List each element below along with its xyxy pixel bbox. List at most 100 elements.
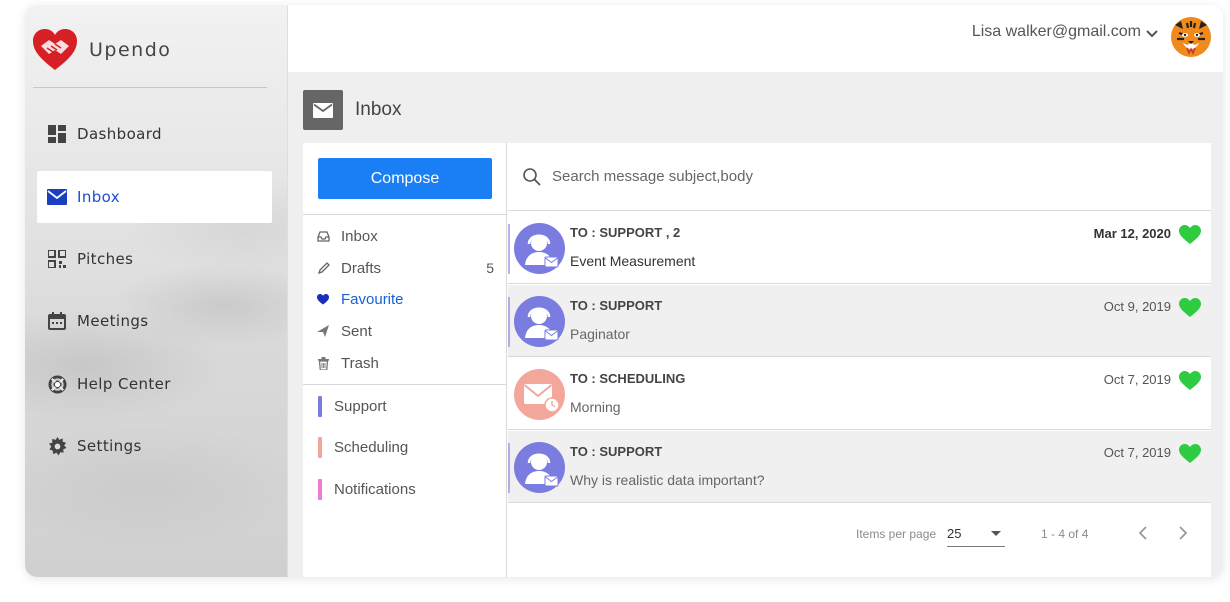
label-name: Notifications: [334, 480, 416, 498]
folder-label: Sent: [341, 322, 372, 340]
label-color-bar: [318, 436, 322, 458]
sidebar-item-label: Inbox: [77, 188, 121, 206]
label-name: Support: [334, 397, 387, 415]
pencil-icon: [316, 261, 330, 275]
message-row[interactable]: TO : SUPPORT Why is realistic data impor…: [508, 431, 1211, 503]
sidebar-item-label: Settings: [77, 437, 142, 455]
message-row[interactable]: TO : SCHEDULING Morning Oct 7, 2019: [508, 358, 1211, 430]
mail-icon: [303, 90, 343, 130]
message-date: Oct 7, 2019: [1103, 372, 1171, 387]
message-subject: Event Measurement: [570, 253, 696, 269]
folder-drafts[interactable]: Drafts 5: [316, 257, 494, 279]
inbox-tray-icon: [316, 229, 330, 243]
support-agent-avatar: [514, 223, 565, 274]
message-recipients: TO : SUPPORT: [570, 298, 663, 313]
sidebar-item-label: Pitches: [77, 250, 134, 268]
caret-down-icon: [991, 531, 1001, 536]
message-list-pane: TO : SUPPORT , 2 Event Measurement Mar 1…: [508, 143, 1211, 577]
label-color-bar: [318, 395, 322, 417]
drafts-count: 5: [486, 260, 494, 276]
items-per-page-label: Items per page: [856, 527, 937, 541]
main-content: Inbox Compose Inbox Drafts 5 Favourite S…: [288, 72, 1223, 577]
scheduled-mail-avatar: [514, 369, 565, 420]
avatar[interactable]: [1169, 15, 1213, 59]
lifebuoy-icon: [47, 374, 67, 394]
divider: [303, 214, 507, 215]
next-page-icon[interactable]: [1173, 523, 1193, 543]
sidebar-item-dashboard[interactable]: Dashboard: [37, 108, 272, 160]
page-range-label: 1 - 4 of 4: [1041, 527, 1089, 541]
heart-handshake-logo: [33, 29, 77, 70]
qr-code-icon: [47, 249, 67, 269]
sidebar-item-pitches[interactable]: Pitches: [37, 233, 272, 285]
search-icon: [523, 167, 541, 186]
sidebar-item-inbox[interactable]: Inbox: [37, 171, 272, 223]
folder-sent[interactable]: Sent: [316, 320, 494, 342]
message-recipients: TO : SUPPORT: [570, 444, 663, 459]
label-scheduling[interactable]: Scheduling: [318, 435, 408, 459]
message-subject: Paginator: [570, 326, 630, 342]
message-date: Oct 9, 2019: [1103, 299, 1171, 314]
message-row[interactable]: TO : SUPPORT , 2 Event Measurement Mar 1…: [508, 212, 1211, 284]
folder-inbox[interactable]: Inbox: [316, 225, 494, 247]
message-date: Mar 12, 2020: [1093, 226, 1171, 241]
folder-label: Favourite: [341, 290, 404, 308]
message-row[interactable]: TO : SUPPORT Paginator Oct 9, 2019: [508, 285, 1211, 357]
favourite-heart-icon[interactable]: [1179, 443, 1201, 465]
sidebar-item-label: Meetings: [77, 312, 149, 330]
message-recipients: TO : SUPPORT , 2: [570, 225, 681, 240]
top-bar: Lisa walker@gmail.com: [288, 5, 1223, 72]
label-support[interactable]: Support: [318, 394, 387, 418]
dashboard-icon: [47, 124, 67, 144]
gear-icon: [47, 436, 67, 456]
sidebar-item-settings[interactable]: Settings: [37, 420, 272, 472]
sidebar-divider: [33, 87, 267, 88]
paginator: Items per page 25 1 - 4 of 4: [508, 506, 1211, 577]
message-recipients: TO : SCHEDULING: [570, 371, 686, 386]
compose-button[interactable]: Compose: [318, 158, 492, 199]
previous-page-icon[interactable]: [1133, 523, 1153, 543]
favourite-heart-icon[interactable]: [1179, 370, 1201, 392]
chevron-down-icon[interactable]: [1145, 27, 1159, 41]
message-date: Oct 7, 2019: [1103, 445, 1171, 460]
folder-label: Inbox: [341, 227, 378, 245]
page-size-select[interactable]: 25: [947, 519, 1005, 547]
brand-name: Upendo: [89, 39, 172, 61]
favourite-heart-icon[interactable]: [1179, 297, 1201, 319]
mail-panel: Compose Inbox Drafts 5 Favourite Sent Tr…: [303, 143, 1211, 577]
mail-icon: [47, 187, 67, 207]
row-accent: [508, 224, 510, 274]
folder-trash[interactable]: Trash: [316, 352, 494, 374]
favourite-heart-icon[interactable]: [1179, 224, 1201, 246]
sidebar-item-label: Help Center: [77, 375, 171, 393]
folder-favourite[interactable]: Favourite: [316, 288, 494, 310]
sidebar-item-label: Dashboard: [77, 125, 162, 143]
divider: [303, 384, 507, 385]
label-notifications[interactable]: Notifications: [318, 477, 416, 501]
mail-folders-pane: Compose Inbox Drafts 5 Favourite Sent Tr…: [303, 143, 507, 577]
app-window: Upendo Dashboard Inbox Pitches Meetings …: [25, 5, 1223, 577]
sidebar-item-help-center[interactable]: Help Center: [37, 358, 272, 410]
page-header: Inbox: [303, 90, 401, 130]
message-subject: Why is realistic data important?: [570, 472, 765, 488]
user-email[interactable]: Lisa walker@gmail.com: [972, 23, 1141, 41]
trash-icon: [316, 356, 330, 370]
search-input[interactable]: [552, 168, 1052, 185]
page-size-value: 25: [947, 526, 962, 541]
row-accent: [508, 443, 510, 493]
message-subject: Morning: [570, 399, 621, 415]
search-bar: [508, 143, 1211, 211]
support-agent-avatar: [514, 442, 565, 493]
label-color-bar: [318, 478, 322, 500]
calendar-icon: [47, 311, 67, 331]
sidebar: Upendo Dashboard Inbox Pitches Meetings …: [25, 5, 288, 577]
support-agent-avatar: [514, 296, 565, 347]
folder-label: Drafts: [341, 259, 382, 277]
page-title: Inbox: [355, 99, 402, 120]
sidebar-background: [25, 5, 287, 577]
label-name: Scheduling: [334, 438, 409, 456]
send-icon: [316, 324, 330, 338]
sidebar-item-meetings[interactable]: Meetings: [37, 295, 272, 347]
brand[interactable]: Upendo: [31, 25, 171, 75]
row-accent: [508, 297, 510, 347]
